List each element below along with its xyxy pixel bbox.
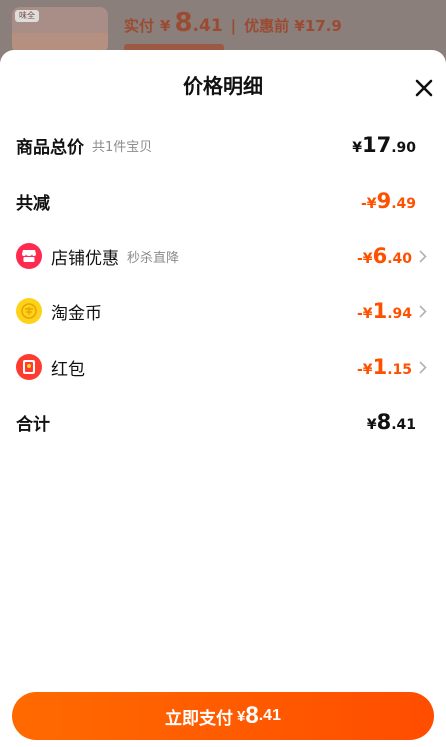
grand-total-amount: ¥8.41 bbox=[366, 410, 416, 434]
row-label: 商品总价 bbox=[16, 137, 84, 158]
row-label: 店铺优惠 bbox=[51, 248, 119, 269]
row-grand-total: 合计 ¥8.41 bbox=[16, 407, 430, 437]
row-label: 合计 bbox=[16, 414, 50, 435]
row-red-packet[interactable]: 红包 -¥ 1.15 bbox=[16, 352, 430, 382]
product-thumbnail: 味全 bbox=[12, 7, 108, 53]
price-detail-sheet: 价格明细 商品总价 共1件宝贝 ¥17.90 共减 -¥ 9.49 店铺优惠 秒杀… bbox=[0, 50, 446, 747]
close-button[interactable] bbox=[414, 78, 434, 98]
product-price-summary: 实付 ¥ 8 .41 | 优惠前 ¥17.9 bbox=[124, 8, 342, 38]
red-packet-amount: -¥ 1.15 bbox=[357, 355, 412, 379]
shop-discount-amount: -¥ 6.40 bbox=[357, 244, 412, 268]
price-separator: | bbox=[230, 17, 237, 35]
pay-now-label: 立即支付 bbox=[165, 708, 234, 728]
pay-now-button[interactable]: 立即支付 ¥ 8 .41 bbox=[12, 692, 434, 740]
paid-price-label: 实付 bbox=[124, 17, 155, 35]
coin-icon bbox=[16, 298, 42, 324]
red-packet-icon bbox=[16, 354, 42, 380]
pay-now-currency: ¥ bbox=[237, 707, 246, 725]
goods-price-amount: ¥17.90 bbox=[352, 133, 416, 157]
row-taojinbi[interactable]: 淘金币 -¥ 1.94 bbox=[16, 296, 430, 326]
paid-price-int: 8 bbox=[174, 8, 193, 38]
row-label: 淘金币 bbox=[51, 303, 102, 324]
close-icon bbox=[415, 79, 433, 97]
shop-icon bbox=[16, 243, 42, 269]
taojinbi-amount: -¥ 1.94 bbox=[357, 299, 412, 323]
row-total-goods-price: 商品总价 共1件宝贝 ¥17.90 bbox=[16, 130, 430, 160]
chevron-right-icon bbox=[416, 249, 430, 263]
row-label: 红包 bbox=[51, 359, 85, 380]
paid-price-currency: ¥ bbox=[160, 17, 171, 35]
product-brand-tag: 味全 bbox=[15, 10, 39, 22]
total-discount-amount: -¥ 9.49 bbox=[361, 189, 416, 213]
row-total-discount: 共减 -¥ 9.49 bbox=[16, 186, 430, 216]
pay-now-int: 8 bbox=[245, 702, 259, 729]
original-price: 优惠前 ¥17.9 bbox=[244, 17, 342, 35]
pay-now-dec: .41 bbox=[258, 707, 281, 724]
row-label: 共减 bbox=[16, 193, 50, 214]
row-sublabel: 共1件宝贝 bbox=[92, 139, 153, 155]
paid-price-dec: .41 bbox=[192, 16, 223, 36]
chevron-right-icon bbox=[416, 360, 430, 374]
row-shop-discount[interactable]: 店铺优惠 秒杀直降 -¥ 6.40 bbox=[16, 241, 430, 271]
chevron-right-icon bbox=[416, 304, 430, 318]
row-sublabel: 秒杀直降 bbox=[127, 250, 180, 266]
sheet-title: 价格明细 bbox=[183, 74, 263, 98]
